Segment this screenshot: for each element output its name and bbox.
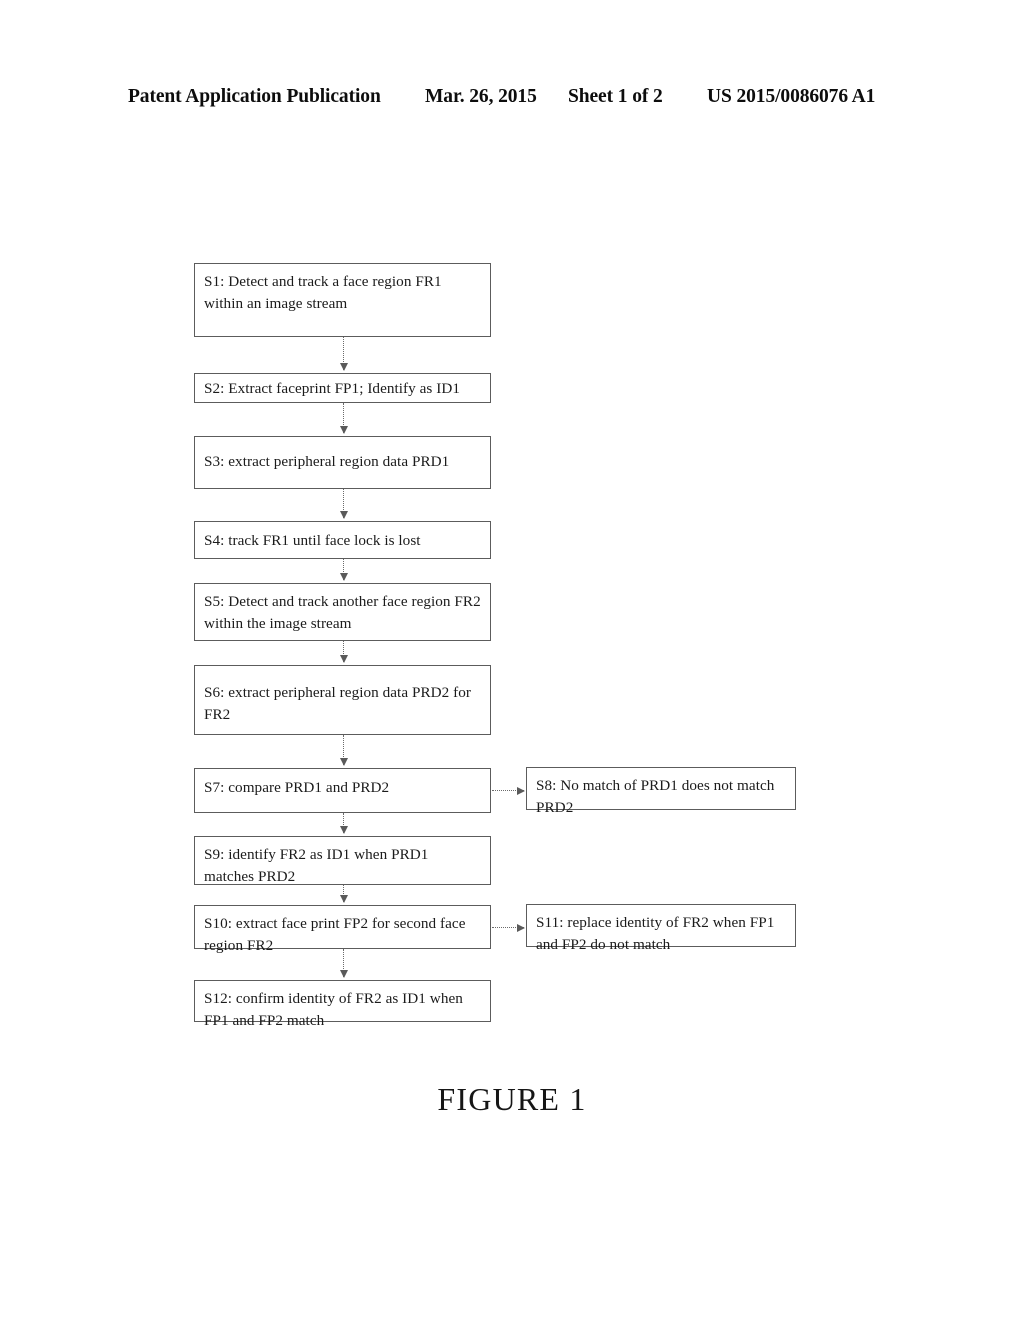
connector-arrow-s6-to-s7 bbox=[339, 735, 348, 766]
connector-arrow-s10-to-s12 bbox=[339, 949, 348, 978]
flowchart-step-s2-text: S2: Extract faceprint FP1; Identify as I… bbox=[204, 380, 461, 397]
flowchart-step-s5-text: S5: Detect and track another face region… bbox=[204, 593, 481, 632]
flowchart-diagram: S1: Detect and track a face region FR1 w… bbox=[0, 0, 1024, 1320]
connector-arrow-s1-to-s2 bbox=[339, 337, 348, 371]
connector-arrow-s2-to-s3 bbox=[339, 403, 348, 434]
flowchart-step-s11-text: S11: replace identity of FR2 when FP1 an… bbox=[536, 914, 775, 953]
flowchart-step-s8-text: S8: No match of PRD1 does not match PRD2 bbox=[536, 777, 775, 816]
flowchart-step-s3-text: S3: extract peripheral region data PRD1 bbox=[204, 453, 450, 470]
connector-arrow-s7-to-s9 bbox=[339, 813, 348, 834]
connector-arrow-s5-to-s6 bbox=[339, 641, 348, 663]
flowchart-step-s4-text: S4: track FR1 until face lock is lost bbox=[204, 532, 421, 549]
connector-arrow-s4-to-s5 bbox=[339, 559, 348, 581]
connector-arrow-s10-to-s11 bbox=[492, 923, 525, 932]
flowchart-step-s2: S2: Extract faceprint FP1; Identify as I… bbox=[194, 373, 491, 403]
connector-arrow-s9-to-s10 bbox=[339, 885, 348, 903]
flowchart-step-s9-text: S9: identify FR2 as ID1 when PRD1 matche… bbox=[204, 846, 429, 885]
flowchart-step-s12: S12: confirm identity of FR2 as ID1 when… bbox=[194, 980, 491, 1029]
flowchart-step-s3: S3: extract peripheral region data PRD1 bbox=[194, 436, 491, 489]
flowchart-step-s1-text: S1: Detect and track a face region FR1 w… bbox=[204, 273, 442, 312]
flowchart-step-s7: S7: compare PRD1 and PRD2 bbox=[194, 768, 491, 813]
figure-caption: FIGURE 1 bbox=[437, 1081, 587, 1117]
flowchart-step-s9: S9: identify FR2 as ID1 when PRD1 matche… bbox=[194, 836, 491, 885]
flowchart-step-s5: S5: Detect and track another face region… bbox=[194, 583, 491, 641]
flowchart-step-s1: S1: Detect and track a face region FR1 w… bbox=[194, 263, 491, 337]
flowchart-step-s12-text: S12: confirm identity of FR2 as ID1 when… bbox=[204, 990, 463, 1029]
connector-arrow-s3-to-s4 bbox=[339, 489, 348, 519]
connector-arrow-s7-to-s8 bbox=[492, 786, 525, 795]
flowchart-step-s6: S6: extract peripheral region data PRD2 … bbox=[194, 665, 491, 735]
flowchart-step-s11: S11: replace identity of FR2 when FP1 an… bbox=[526, 904, 796, 953]
flowchart-step-s7-text: S7: compare PRD1 and PRD2 bbox=[204, 779, 390, 796]
flowchart-step-s6-text: S6: extract peripheral region data PRD2 … bbox=[204, 684, 472, 723]
flowchart-step-s4: S4: track FR1 until face lock is lost bbox=[194, 521, 491, 559]
flowchart-step-s8: S8: No match of PRD1 does not match PRD2 bbox=[526, 767, 796, 816]
flowchart-step-s10: S10: extract face print FP2 for second f… bbox=[194, 905, 491, 954]
